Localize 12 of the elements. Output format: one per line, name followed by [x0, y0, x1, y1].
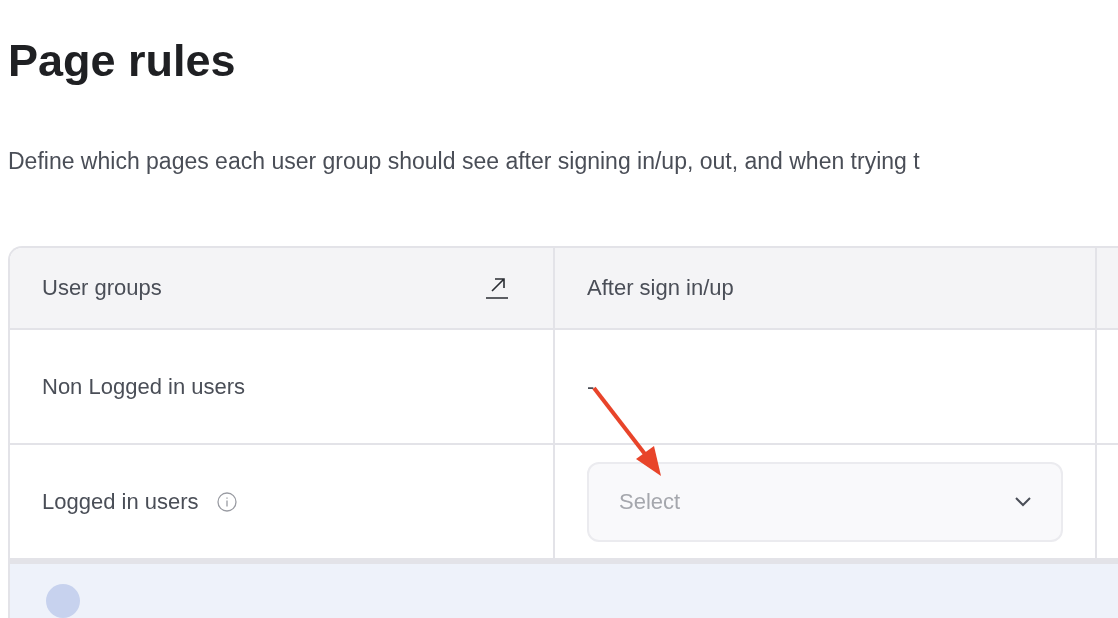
chevron-down-icon: [1013, 495, 1033, 508]
user-group-name: Non Logged in users: [42, 373, 246, 400]
column-header: After sign in/up: [587, 275, 734, 301]
avatar-circle: [46, 584, 80, 618]
column-header: User groups: [42, 275, 162, 301]
page-select[interactable]: Select: [587, 461, 1063, 542]
info-icon[interactable]: [216, 491, 237, 512]
page-title: Page rules: [7, 34, 237, 86]
page-description: Define which pages each user group should see after signing in/up, out, and when trying t: [8, 147, 921, 176]
empty-value: -: [587, 373, 595, 400]
user-group-name: Logged in users: [42, 488, 199, 515]
arrow-up-right-icon[interactable]: [485, 276, 509, 300]
